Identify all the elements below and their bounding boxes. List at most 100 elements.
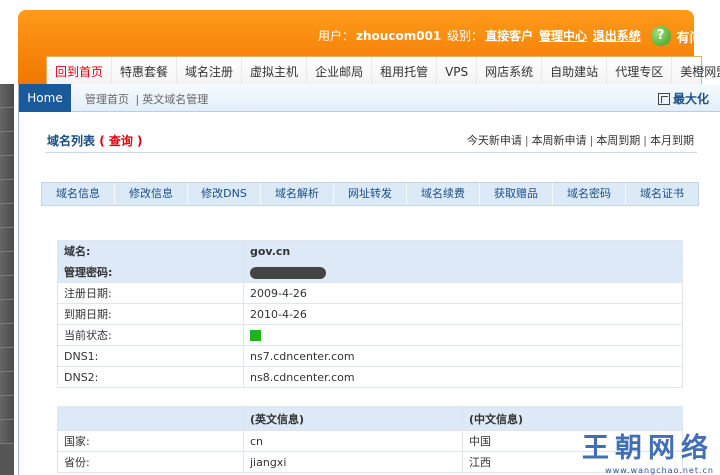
main-nav: 回到首页 特惠套餐 域名注册 虚拟主机 企业邮局 租用托管 VPS 网店系统 自… — [46, 56, 720, 87]
help-link[interactable]: 有问必答 — [676, 31, 720, 46]
watermark-logo: 王朝网络 — [582, 433, 714, 464]
nav-item-packages[interactable]: 特惠套餐 — [112, 56, 178, 87]
rail-segment — [0, 372, 14, 396]
query-link[interactable]: ( 查询 ) — [99, 134, 142, 148]
domain-label: 域名: — [57, 240, 244, 262]
header-blank — [57, 406, 244, 431]
dns1-value: ns7.cdncenter.com — [243, 345, 683, 367]
rail-segment — [0, 324, 14, 348]
password-label: 管理密码: — [57, 261, 244, 283]
password-value — [243, 261, 683, 283]
rail-segment — [0, 228, 14, 252]
table-row: 管理密码: — [57, 261, 683, 283]
rail-segment — [0, 132, 14, 156]
filter-today-new[interactable]: 今天新申请 — [467, 134, 522, 147]
province-en: jiangxi — [243, 451, 463, 473]
filter-week-new[interactable]: 本周新申请 — [532, 134, 587, 147]
dns1-label: DNS1: — [57, 345, 244, 367]
rail-segment — [0, 276, 14, 300]
expire-date-label: 到期日期: — [57, 303, 244, 325]
filter-week-expire[interactable]: 本周到期 — [596, 134, 640, 147]
tab-domain-resolve[interactable]: 域名解析 — [261, 183, 334, 205]
watermark-url: www.wangchao.net.cn — [605, 466, 714, 475]
province-label: 省份: — [57, 451, 244, 473]
user-label: 用户： — [318, 28, 355, 43]
tab-domain-password[interactable]: 域名密码 — [553, 183, 626, 205]
left-rail — [0, 84, 14, 475]
help-icon[interactable]: ? — [650, 26, 671, 46]
rail-segment — [0, 180, 14, 204]
breadcrumb-bar: Home 管理首页 | 英文域名管理 最大化 — [19, 84, 720, 112]
breadcrumb-separator: | — [135, 93, 140, 106]
rail-segment — [0, 420, 14, 444]
main-panel: Home 管理首页 | 英文域名管理 最大化 域名列表 ( 查询 ) 今天新申请 |… — [18, 84, 720, 475]
domain-list-title: 域名列表 — [47, 134, 96, 148]
nav-item-hosting[interactable]: 租用托管 — [372, 56, 438, 87]
filter-month-expire[interactable]: 本月到期 — [650, 134, 694, 147]
maximize-label: 最大化 — [672, 92, 709, 106]
header-english: (英文信息) — [243, 406, 463, 431]
nav-item-site-builder[interactable]: 自助建站 — [542, 56, 608, 87]
nav-item-agent-zone[interactable]: 代理专区 — [607, 56, 673, 87]
country-label: 国家: — [57, 430, 244, 452]
domain-tabs: 域名信息 修改信息 修改DNS 域名解析 网址转发 域名续费 获取赠品 域名密码… — [41, 182, 699, 206]
nav-item-virtual-host[interactable]: 虚拟主机 — [242, 56, 308, 87]
rail-segment — [0, 84, 14, 108]
tab-modify-dns[interactable]: 修改DNS — [188, 183, 261, 205]
nav-item-shop-system[interactable]: 网店系统 — [477, 56, 543, 87]
domain-info-table: 域名: gov.cn 管理密码: 注册日期: 2009-4-26 到期日期: 2… — [57, 240, 683, 388]
tab-get-gift[interactable]: 获取赠品 — [480, 183, 553, 205]
rail-segment — [0, 204, 14, 228]
filter-separator: | — [589, 134, 594, 147]
level-value: 直接客户 — [485, 28, 534, 43]
home-tab[interactable]: Home — [19, 84, 71, 112]
nav-item-vps[interactable]: VPS — [437, 56, 478, 87]
table-row: 到期日期: 2010-4-26 — [57, 303, 683, 325]
dns2-label: DNS2: — [57, 366, 244, 388]
register-date-label: 注册日期: — [57, 282, 244, 304]
table-row: 注册日期: 2009-4-26 — [57, 282, 683, 304]
top-banner: 用户：zhoucom001 级别：直接客户 管理中心 退出系统 ? 有问必答 回… — [18, 10, 720, 87]
table-row: DNS2: ns8.cdncenter.com — [57, 366, 683, 388]
rail-segment — [0, 252, 14, 276]
nav-item-home[interactable]: 回到首页 — [47, 56, 113, 87]
filter-separator: | — [643, 134, 647, 147]
register-date-value: 2009-4-26 — [243, 282, 683, 304]
tab-modify-info[interactable]: 修改信息 — [115, 183, 188, 205]
tab-domain-info[interactable]: 域名信息 — [42, 183, 115, 205]
username: zhoucom001 — [356, 28, 442, 43]
admin-center-link[interactable]: 管理中心 — [539, 29, 587, 43]
maximize-button[interactable]: 最大化 — [657, 90, 709, 107]
table-row: 域名: gov.cn — [57, 240, 683, 262]
tab-url-forward[interactable]: 网址转发 — [334, 183, 407, 205]
period-filter-links: 今天新申请 | 本周新申请 | 本周到期 | 本月到期 — [467, 132, 694, 148]
country-en: cn — [243, 430, 463, 452]
level-label: 级别： — [447, 28, 484, 43]
status-indicator-icon — [250, 330, 261, 341]
status-label: 当前状态: — [57, 324, 244, 346]
rail-segment — [0, 156, 14, 180]
breadcrumb: 管理首页 | 英文域名管理 — [85, 91, 208, 107]
tab-domain-certificate[interactable]: 域名证书 — [626, 183, 698, 205]
rail-segment — [0, 396, 14, 420]
maximize-icon — [657, 93, 670, 105]
rail-segment — [0, 300, 14, 324]
table-row: 当前状态: — [57, 324, 683, 346]
nav-item-affiliate[interactable]: 美橙网盟 — [672, 57, 720, 87]
rail-segment — [0, 108, 14, 132]
expire-date-value: 2010-4-26 — [243, 303, 683, 325]
breadcrumb-domain-manage[interactable]: 英文域名管理 — [142, 93, 208, 106]
nav-item-domain-register[interactable]: 域名注册 — [177, 56, 243, 87]
breadcrumb-admin-home[interactable]: 管理首页 — [85, 93, 129, 106]
status-value — [243, 324, 683, 346]
domain-value: gov.cn — [243, 240, 683, 262]
rail-segment — [0, 348, 14, 372]
nav-item-enterprise-mail[interactable]: 企业邮局 — [307, 56, 373, 87]
logout-link[interactable]: 退出系统 — [593, 29, 641, 43]
table-row: DNS1: ns7.cdncenter.com — [57, 345, 683, 367]
dns2-value: ns8.cdncenter.com — [243, 366, 683, 388]
tab-renew[interactable]: 域名续费 — [407, 183, 480, 205]
page-title: 域名列表 ( 查询 ) — [47, 132, 143, 149]
filter-separator: | — [524, 134, 529, 147]
password-redaction — [250, 266, 326, 279]
